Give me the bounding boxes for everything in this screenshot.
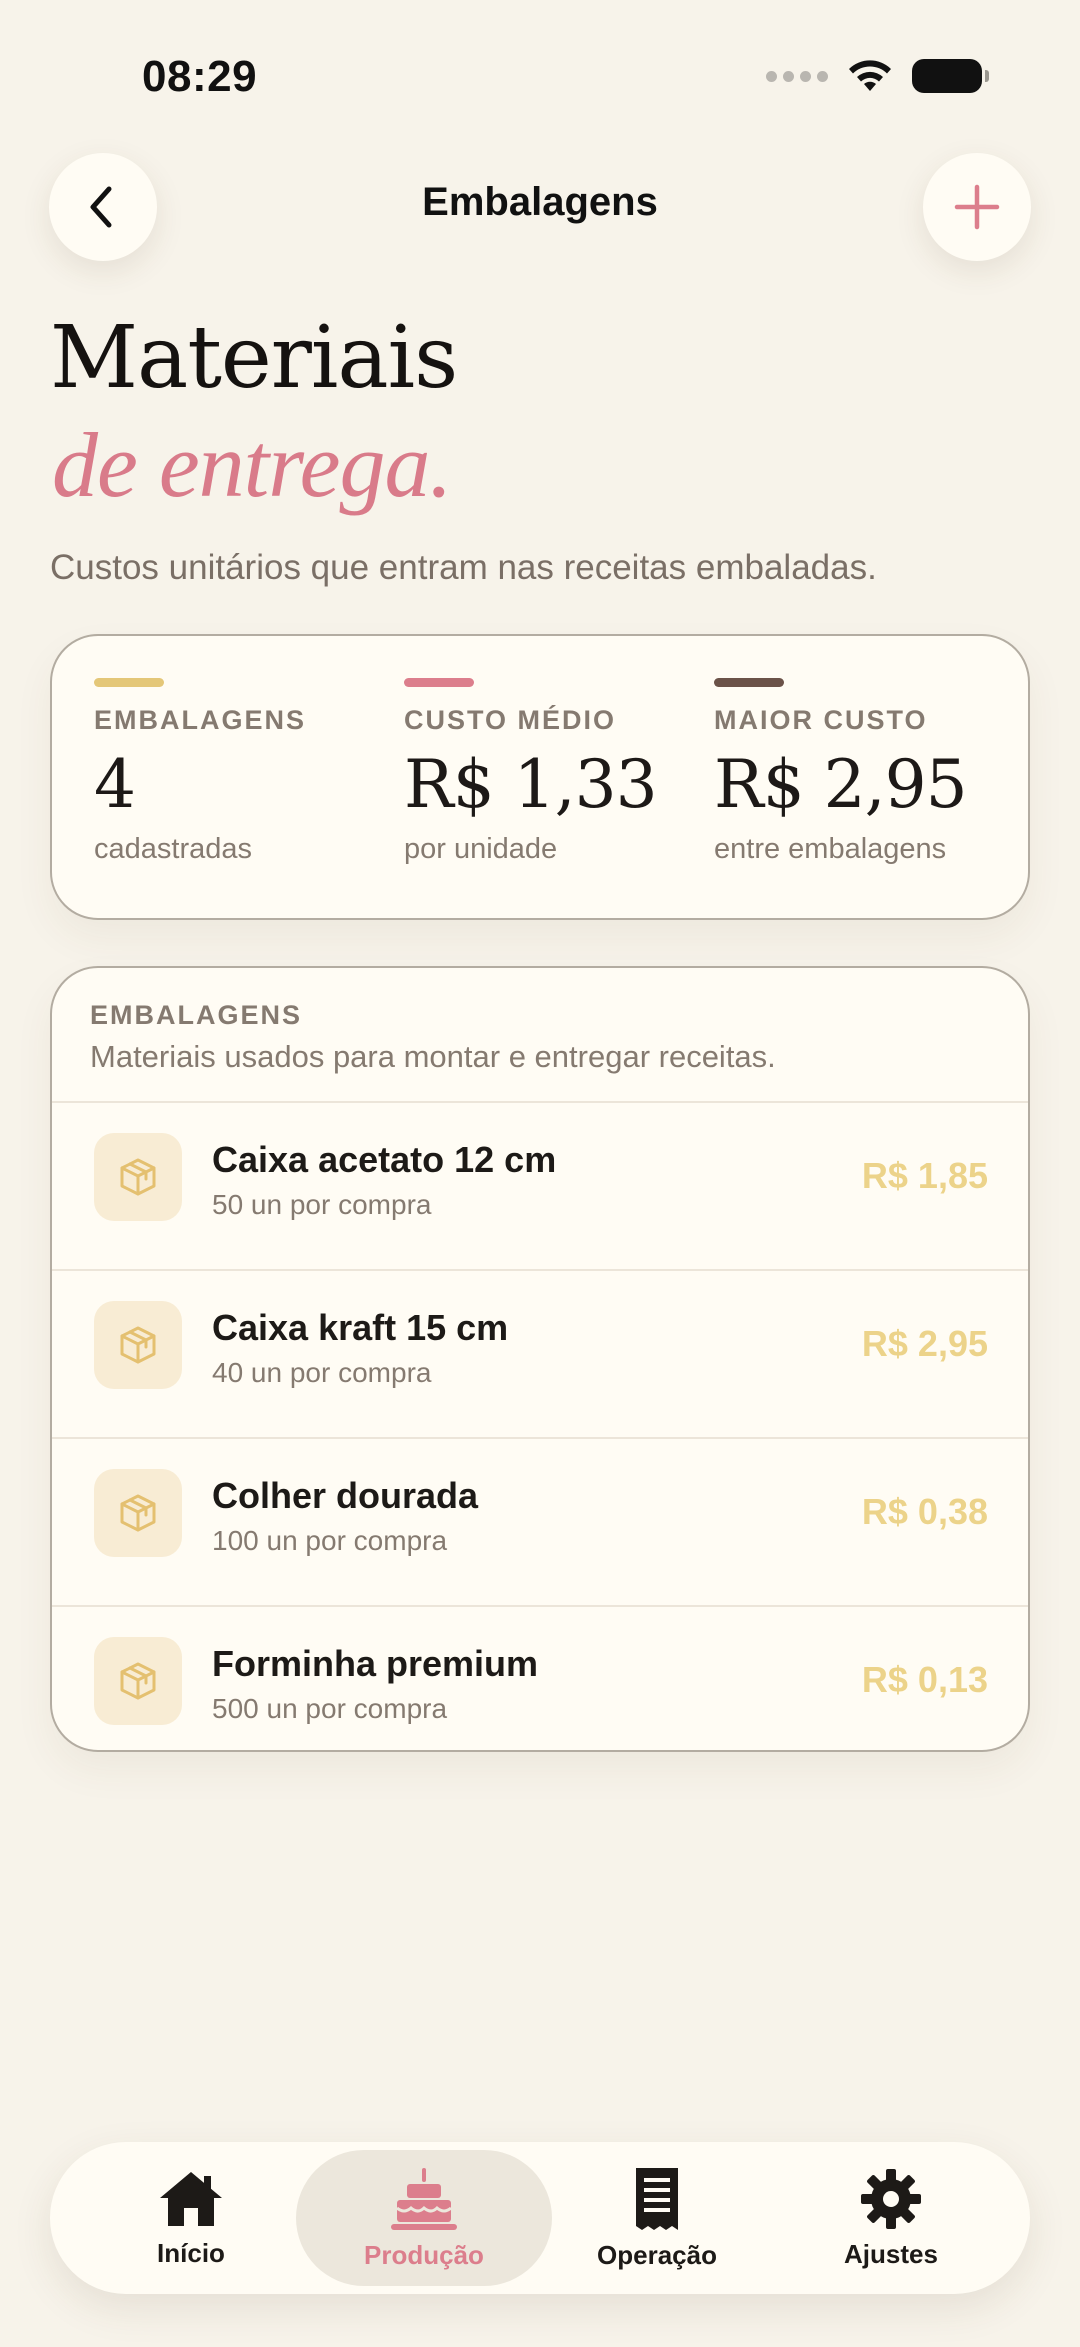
- box-icon: [94, 1133, 182, 1221]
- tab-ajustes[interactable]: Ajustes: [774, 2150, 1008, 2286]
- stat-accent-bar: [404, 678, 474, 687]
- list-item[interactable]: Caixa kraft 15 cm 40 un por compra R$ 2,…: [52, 1271, 1028, 1439]
- item-quantity: 40 un por compra: [212, 1357, 432, 1388]
- item-name: Forminha premium: [212, 1643, 539, 1684]
- box-icon: [94, 1637, 182, 1725]
- item-price: R$ 0,38: [861, 1491, 988, 1532]
- gear-icon: [861, 2168, 921, 2229]
- wifi-icon: [849, 60, 891, 91]
- item-quantity: 100 un por compra: [212, 1525, 448, 1556]
- battery-icon: [912, 59, 989, 93]
- stat-caption: por unidade: [404, 833, 558, 865]
- stat-accent-bar: [714, 678, 784, 687]
- page-title: Embalagens: [422, 180, 658, 224]
- list-header: EMBALAGENS Materiais usados para montar …: [52, 968, 1028, 1103]
- tab-label: Início: [157, 2237, 225, 2268]
- list-item[interactable]: Forminha premium 500 un por compra R$ 0,…: [52, 1607, 1028, 1750]
- hero-title: Materiais: [50, 308, 458, 408]
- stat-highest-cost: MAIOR CUSTO R$ 2,95 entre embalagens: [714, 678, 1014, 866]
- status-time: 08:29: [142, 52, 258, 101]
- stat-value: R$ 2,95: [714, 746, 968, 823]
- receipt-icon: [636, 2167, 678, 2230]
- tab-bar: Início Produção Operação Ajustes: [50, 2142, 1030, 2294]
- hero-description: Custos unitários que entram nas receitas…: [50, 548, 877, 587]
- box-icon: [94, 1301, 182, 1389]
- item-quantity: 50 un por compra: [212, 1189, 432, 1220]
- tab-label: Ajustes: [844, 2238, 938, 2269]
- item-price: R$ 1,85: [861, 1155, 988, 1196]
- stat-accent-bar: [94, 678, 164, 687]
- packaging-list-card: EMBALAGENS Materiais usados para montar …: [50, 966, 1030, 1752]
- status-bar: 08:29: [0, 0, 1080, 150]
- plus-icon: [954, 184, 1000, 230]
- box-icon: [94, 1469, 182, 1557]
- stat-label: CUSTO MÉDIO: [404, 705, 617, 735]
- home-icon: [160, 2171, 222, 2226]
- tab-producao[interactable]: Produção: [296, 2150, 552, 2286]
- stat-count: EMBALAGENS 4 cadastradas: [94, 678, 394, 866]
- item-price: R$ 0,13: [861, 1659, 988, 1700]
- item-quantity: 500 un por compra: [212, 1693, 448, 1724]
- cellular-signal-icon: [766, 70, 828, 82]
- status-icons: [766, 58, 989, 94]
- tab-operacao[interactable]: Operação: [540, 2150, 774, 2286]
- item-name: Caixa acetato 12 cm: [212, 1139, 557, 1180]
- tab-label: Produção: [364, 2239, 484, 2270]
- stat-label: EMBALAGENS: [94, 705, 307, 735]
- stat-caption: entre embalagens: [714, 833, 947, 865]
- list-item[interactable]: Caixa acetato 12 cm 50 un por compra R$ …: [52, 1103, 1028, 1271]
- hero-subtitle: de entrega.: [52, 414, 452, 516]
- list-description: Materiais usados para montar e entregar …: [90, 1039, 776, 1074]
- list-title: EMBALAGENS: [90, 1000, 303, 1030]
- stat-average-cost: CUSTO MÉDIO R$ 1,33 por unidade: [404, 678, 704, 866]
- add-button[interactable]: [923, 153, 1031, 261]
- item-name: Colher dourada: [212, 1475, 479, 1516]
- tab-inicio[interactable]: Início: [74, 2150, 308, 2286]
- item-name: Caixa kraft 15 cm: [212, 1307, 509, 1348]
- stats-card: EMBALAGENS 4 cadastradas CUSTO MÉDIO R$ …: [50, 634, 1030, 920]
- item-price: R$ 2,95: [861, 1323, 988, 1364]
- tab-label: Operação: [597, 2239, 717, 2270]
- list-item[interactable]: Colher dourada 100 un por compra R$ 0,38: [52, 1439, 1028, 1607]
- stat-value: 4: [94, 746, 136, 823]
- cake-icon: [391, 2167, 457, 2230]
- stat-value: R$ 1,33: [404, 746, 658, 823]
- stat-caption: cadastradas: [94, 833, 252, 865]
- stat-label: MAIOR CUSTO: [714, 705, 928, 735]
